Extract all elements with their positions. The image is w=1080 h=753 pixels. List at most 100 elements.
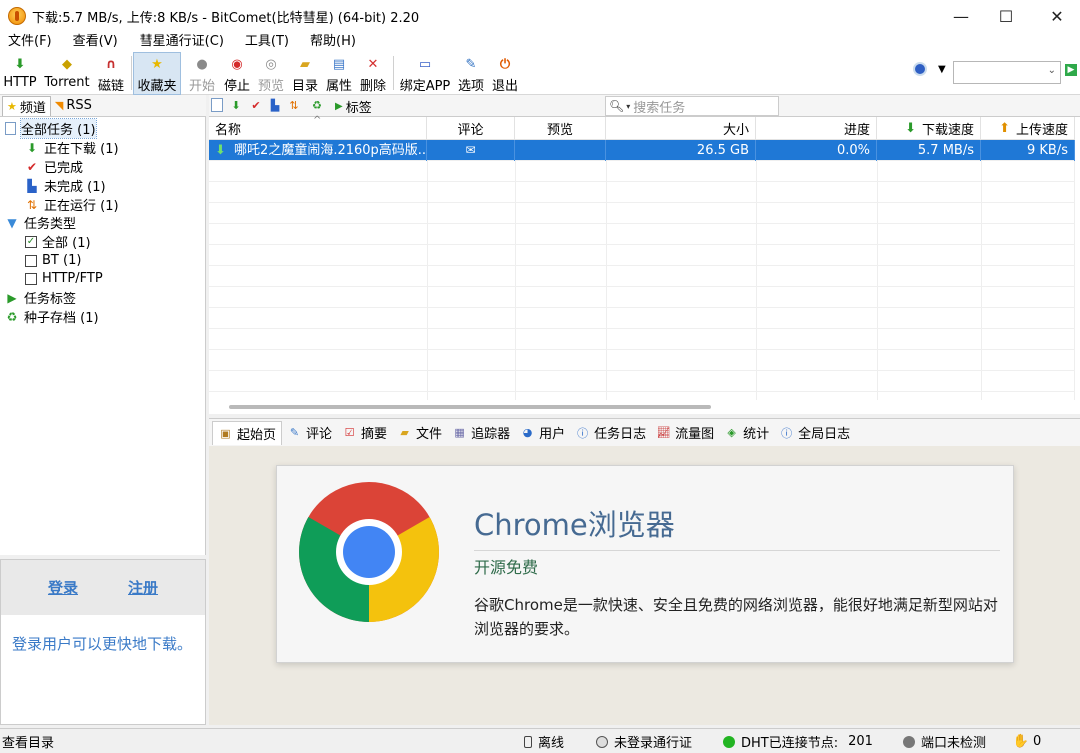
checkbox-icon[interactable] (25, 272, 37, 285)
globe-icon[interactable] (913, 62, 927, 76)
info-icon: ⓘ (781, 426, 793, 440)
login-link[interactable]: 登录 (48, 577, 78, 598)
properties-button[interactable]: ▤ 属性 (323, 52, 355, 95)
torrent-button[interactable]: ◆ Torrent (42, 52, 92, 95)
tab-trackers[interactable]: ▦ 追踪器 (447, 421, 515, 445)
tab-rss[interactable]: ◥ RSS (51, 96, 96, 116)
register-link[interactable]: 注册 (128, 577, 158, 598)
tab-global-log[interactable]: ⓘ 全局日志 (774, 421, 855, 445)
magnet-button[interactable]: ∩ 磁链 (95, 52, 127, 95)
menu-file[interactable]: 文件(F) (0, 32, 60, 52)
up-speed-cell: 9 KB/s (981, 140, 1075, 161)
tab-channel[interactable]: ★ 频道 (2, 95, 51, 116)
chevron-down-icon: ▾ (626, 101, 631, 111)
login-message: 登录用户可以更快地下载。 (12, 635, 193, 653)
go-arrow-icon[interactable]: ▶ (1065, 64, 1077, 76)
toolbar-search-combo[interactable]: ⌄ (953, 61, 1061, 84)
download-arrow-icon[interactable]: ⬇ (229, 98, 243, 112)
preview-button[interactable]: ◎ 预览 (255, 52, 287, 95)
col-header-comment[interactable]: 评论 (427, 117, 515, 140)
tree-item-torrent-archive[interactable]: ♻ 种子存档 (1) (5, 307, 99, 327)
col-header-up-speed[interactable]: ⬆ 上传速度 (981, 117, 1075, 140)
tab-task-log[interactable]: ⓘ 任务日志 (570, 421, 651, 445)
maximize-button[interactable]: ☐ (983, 0, 1029, 32)
tab-peers[interactable]: ◕ 用户 (515, 421, 570, 445)
checkbox-icon[interactable] (25, 254, 37, 267)
files-icon: ▰ (400, 426, 409, 439)
tab-statistics[interactable]: ◈ 统计 (719, 421, 774, 445)
tab-comments[interactable]: ✎ 评论 (282, 421, 337, 445)
chevron-down-icon[interactable]: ▼ (938, 64, 946, 75)
start-button[interactable]: ● 开始 (186, 52, 218, 95)
up-down-arrows-icon[interactable]: ⇅ (287, 98, 301, 112)
col-header-preview[interactable]: 预览 (515, 117, 606, 140)
all-tasks-filter-icon[interactable] (211, 98, 223, 112)
options-icon: ✎ (465, 56, 477, 72)
col-header-name[interactable]: 名称 ^ (209, 115, 427, 140)
tree-item-type-bt[interactable]: BT (1) (25, 251, 81, 270)
chart-icon: 📈︎ (656, 426, 671, 439)
status-count[interactable]: ✋ 0 (1013, 729, 1041, 753)
horizontal-scrollbar[interactable] (209, 400, 1080, 414)
bind-app-button[interactable]: ▭ 绑定APP (397, 52, 453, 95)
options-button[interactable]: ✎ 选项 (456, 52, 486, 95)
stop-button[interactable]: ◉ 停止 (221, 52, 253, 95)
close-button[interactable]: ✕ (1034, 0, 1080, 32)
passport-icon (596, 735, 608, 748)
exit-button[interactable]: ⏻ 退出 (490, 52, 520, 95)
tree-item-completed[interactable]: ✔ 已完成 (25, 157, 83, 177)
favorites-button[interactable]: ★ 收藏夹 (133, 52, 181, 95)
checkmark-icon: ✔ (26, 159, 38, 174)
minimize-button[interactable]: — (938, 0, 984, 32)
app-promo-card[interactable]: Chrome浏览器 开源免费 谷歌Chrome是一款快速、安全且免费的网络浏览器… (276, 465, 1014, 663)
tab-traffic-chart[interactable]: 📈︎ 流量图 (651, 421, 719, 445)
menu-help[interactable]: 帮助(H) (302, 32, 364, 52)
menu-view[interactable]: 查看(V) (65, 32, 126, 52)
tree-item-task-type[interactable]: ▼ 任务类型 (5, 213, 76, 233)
checkbox-checked-icon[interactable]: ✓ (25, 235, 37, 248)
http-button[interactable]: ⬇ HTTP (3, 52, 37, 95)
empty-row (209, 350, 1075, 371)
status-offline[interactable]: 离线 (524, 729, 564, 753)
tree-item-type-all[interactable]: ✓ 全部 (1) (25, 232, 91, 251)
col-header-down-speed[interactable]: ⬇ 下载速度 (877, 117, 981, 140)
menu-tools[interactable]: 工具(T) (237, 32, 297, 52)
card-title: Chrome浏览器 (474, 508, 675, 542)
table-row[interactable]: ⬇ 哪吒2之魔童闹海.2160p高码版... ✉ 26.5 GB 0.0% 5.… (209, 140, 1075, 161)
tab-files[interactable]: ▰ 文件 (392, 421, 447, 445)
incomplete-icon[interactable]: ▙ (268, 98, 282, 112)
col-header-progress[interactable]: 进度 (756, 117, 877, 140)
tab-summary[interactable]: ☑ 摘要 (337, 421, 392, 445)
status-port[interactable]: 端口未检测 (903, 729, 986, 753)
tree-item-incomplete[interactable]: ▙ 未完成 (1) (25, 176, 105, 196)
sort-up-icon: ^ (313, 115, 322, 126)
delete-button[interactable]: ✕ 删除 (357, 52, 389, 95)
tags-button[interactable]: ▶ 标签 (335, 97, 372, 116)
category-tree: 全部任务 (1) ⬇ 正在下载 (1) ✔ 已完成 ▙ 未完成 (1) ⇅ 正在… (0, 117, 206, 555)
bind-app-icon: ▭ (418, 56, 432, 72)
chevron-down-icon[interactable]: ⌄ (1048, 65, 1056, 76)
empty-row (209, 287, 1075, 308)
status-dht[interactable]: DHT已连接节点: 201 (723, 729, 873, 753)
toolbar-divider (393, 56, 394, 90)
tree-item-task-tags[interactable]: ▶ 任务标签 (5, 288, 76, 308)
recycle-icon[interactable]: ♻ (310, 98, 324, 112)
status-passport[interactable]: 未登录通行证 (596, 729, 692, 753)
preview-icon: ◎ (265, 56, 277, 72)
tree-item-downloading[interactable]: ⬇ 正在下载 (1) (25, 138, 119, 158)
menu-passport[interactable]: 彗星通行证(C) (132, 32, 232, 52)
col-header-size[interactable]: 大小 (606, 117, 756, 140)
start-page-content: Chrome浏览器 开源免费 谷歌Chrome是一款快速、安全且免费的网络浏览器… (209, 446, 1080, 725)
tab-start-page[interactable]: ▣ 起始页 (212, 420, 283, 445)
scrollbar-thumb[interactable] (229, 405, 711, 409)
envelope-icon[interactable]: ✉ (465, 143, 475, 157)
directory-button[interactable]: ▰ 目录 (289, 52, 321, 95)
task-search-input[interactable]: 🔍︎ ▾ 搜索任务 (605, 96, 779, 116)
users-icon: ◕ (522, 426, 533, 439)
tree-item-type-http[interactable]: HTTP/FTP (25, 269, 103, 288)
tree-item-running[interactable]: ⇅ 正在运行 (1) (25, 195, 119, 215)
tree-item-all-tasks[interactable]: 全部任务 (1) (5, 118, 97, 139)
checkmark-icon[interactable]: ✔ (249, 98, 263, 112)
tasks-toolbar: ⬇ ✔ ▙ ⇅ ♻ ▶ 标签 🔍︎ ▾ 搜索任务 (209, 95, 1080, 117)
star-icon: ★ (7, 99, 17, 113)
